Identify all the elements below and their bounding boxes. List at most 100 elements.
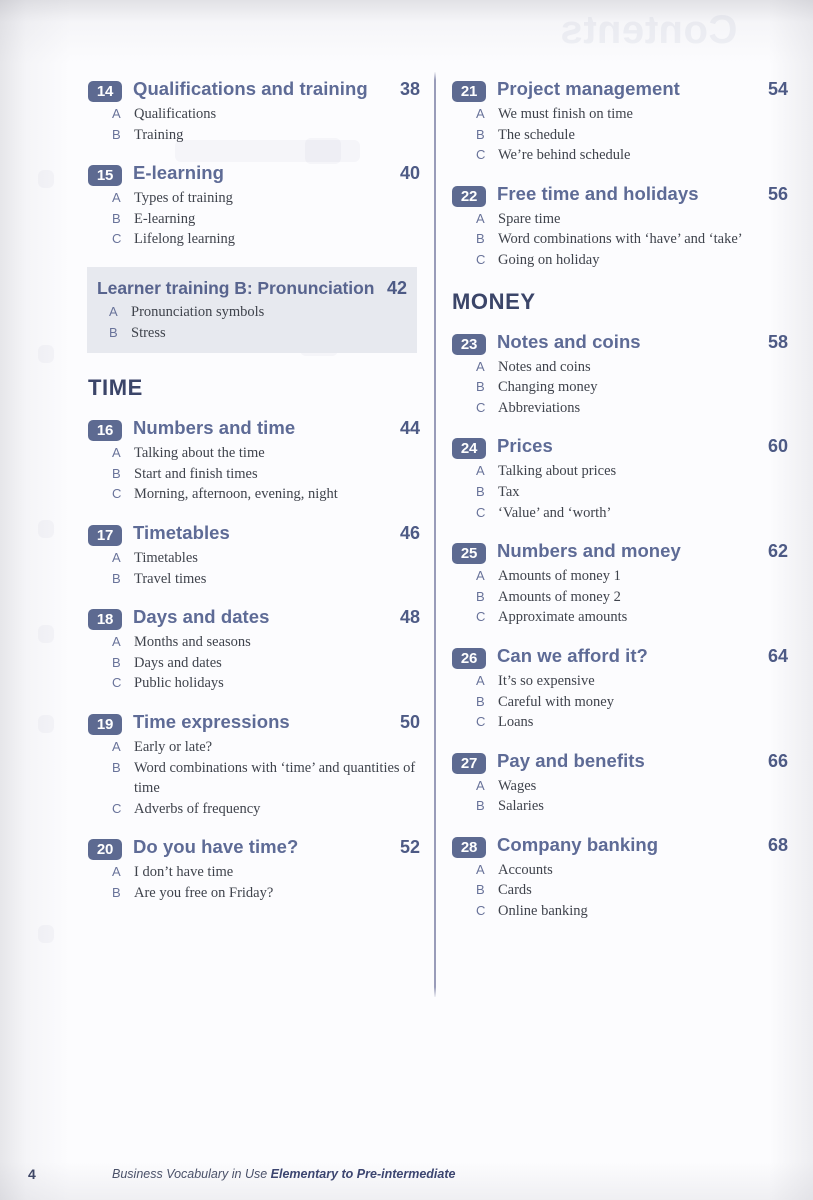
subsection-letter: A [112,634,121,650]
unit-entry[interactable]: 28 Company banking 68 A Accounts B Cards C Onlin… [452,834,788,922]
bleed-through-blob-9 [38,925,54,943]
subsection-title: Tax [498,483,520,500]
subsection-title: We’re behind schedule [498,147,631,164]
unit-number-badge: 28 [452,836,486,858]
subsection-item: A Spare time [452,209,788,230]
page-footer: 4 Business Vocabulary in Use Elementary … [0,1160,813,1192]
subsection-letter: C [112,800,122,816]
subsection-title: Early or late? [134,738,213,755]
unit-page-number: 50 [399,711,420,732]
subsection-title: ‘Value’ and ‘worth’ [498,504,612,521]
subsection-item: B Salaries [452,796,788,817]
subsection-item: A Accounts [452,860,788,881]
subsection-letter: B [112,210,121,226]
subsection-letter: A [112,864,121,880]
subsection-letter: B [476,483,485,499]
subsection-title: Timetables [134,549,198,566]
subsection-item: B The schedule [452,125,788,146]
subsection-list: A Early or late? B Word combinations with ‘… [88,737,420,819]
subsection-item: C Approximate amounts [452,607,788,628]
subsection-letter: A [112,106,121,121]
unit-title: Days and dates [133,606,270,628]
unit-page-number: 66 [767,750,788,771]
unit-page-number: 40 [399,163,420,184]
subsection-letter: C [112,231,122,247]
unit-entry[interactable]: 20 Do you have time? 52 A I don’t have time B… [88,836,420,903]
subsection-letter: B [476,588,485,604]
unit-page-number: 46 [399,522,420,543]
subsection-title: Cards [498,882,532,899]
unit-entry[interactable]: 18 Days and dates 48 A Months and seasons B Da… [88,606,420,694]
subsection-item: C Online banking [452,901,788,922]
subsection-item: B Word combinations with ‘have’ and ‘take… [452,229,788,250]
subsection-title: Days and dates [134,654,222,671]
subsection-letter: A [476,777,485,793]
subsection-list: A Talking about the time B Start and finish… [88,443,420,505]
unit-entry[interactable]: 25 Numbers and money 62 A Amounts of money 1… [452,540,788,628]
unit-entry[interactable]: 16 Numbers and time 44 A Talking about the t… [88,417,420,505]
subsection-item: B Changing money [452,377,788,398]
unit-number-badge: 27 [452,752,486,774]
learner-training-page-number: 42 [386,277,407,298]
subsection-title: Spare time [498,210,561,227]
unit-entry[interactable]: 26 Can we afford it? 64 A It’s so expensive B… [452,645,788,733]
subsection-item: C Loans [452,712,788,733]
learner-training-box[interactable]: Learner training B: Pronunciation 42 A Pron… [87,266,417,354]
unit-entry[interactable]: 17 Timetables 46 A Timetables B Travel times [88,522,420,589]
unit-title: Company banking [497,833,659,855]
subsection-item: A Early or late? [88,737,420,758]
subsection-item: B Days and dates [88,653,420,674]
subsection-item: A Amounts of money 1 [452,566,788,587]
unit-page-number: 62 [767,541,788,562]
subsection-item: C Going on holiday [452,250,788,271]
subsection-item: A It’s so expensive [452,671,788,692]
unit-entry[interactable]: 15 E-learning 40 A Types of training B E-learn… [88,162,420,250]
subsection-item: C Adverbs of frequency [88,799,420,820]
subsection-title: Careful with money [498,693,614,710]
subsection-letter: C [112,675,122,691]
subsection-letter: C [476,903,486,919]
subsection-letter: B [109,324,118,340]
subsection-letter: A [476,672,485,688]
unit-entry[interactable]: 19 Time expressions 50 A Early or late? B Word… [88,711,420,819]
running-head-normal: Business Vocabulary in Use [112,1167,271,1181]
subsection-item: A Pronunciation symbols [97,302,407,323]
subsection-title: Changing money [498,379,598,396]
subsection-letter: A [476,861,485,877]
unit-entry[interactable]: 21 Project management 54 A We must finish on… [452,78,788,166]
unit-title: Time expressions [133,710,290,732]
subsection-letter: C [476,399,486,415]
unit-page-number: 68 [767,834,788,855]
unit-entry[interactable]: 27 Pay and benefits 66 A Wages B Salaries [452,750,788,817]
unit-entry[interactable]: 14 Qualifications and training 38 A Qualific… [88,78,420,145]
subsection-letter: A [476,358,485,374]
subsection-list: A Pronunciation symbols B Stress [97,302,407,343]
subsection-list: A Types of training B E-learning C Lifelong l… [88,188,420,250]
subsection-letter: A [476,568,485,584]
subsection-item: A Wages [452,776,788,797]
subsection-list: A Notes and coins B Changing money C Abbrevia… [452,357,788,419]
contents-column-right: 21 Project management 54 A We must finish on… [452,78,788,939]
unit-number-badge: 23 [452,333,486,355]
unit-page-number: 54 [767,79,788,99]
running-head: Business Vocabulary in Use Elementary to… [112,1167,455,1181]
unit-entry[interactable]: 24 Prices 60 A Talking about prices B Tax C ‘Val… [452,435,788,523]
subsection-item: A Timetables [88,548,420,569]
unit-title: Pay and benefits [497,749,645,771]
unit-entry[interactable]: 22 Free time and holidays 56 A Spare time B Wo… [452,183,788,271]
subsection-title: Approximate amounts [498,609,628,626]
subsection-list: A Amounts of money 1 B Amounts of money 2CA… [452,566,788,628]
subsection-letter: B [112,570,121,586]
unit-page-number: 56 [767,183,788,204]
subsection-letter: B [112,126,121,142]
bleed-through-blob-6 [38,520,54,538]
subsection-title: Loans [498,714,534,731]
learner-training-title: Learner training B: Pronunciation [97,277,375,298]
subsection-letter: B [476,379,485,395]
unit-header: 22 Free time and holidays 56 [452,183,788,207]
subsection-list: A Spare time B Word combinations with ‘have… [452,209,788,271]
unit-title: Numbers and time [133,417,296,439]
unit-entry[interactable]: 23 Notes and coins 58 A Notes and coins B Chan… [452,331,788,419]
unit-number-badge: 17 [88,524,122,546]
subsection-title: Accounts [498,861,553,878]
